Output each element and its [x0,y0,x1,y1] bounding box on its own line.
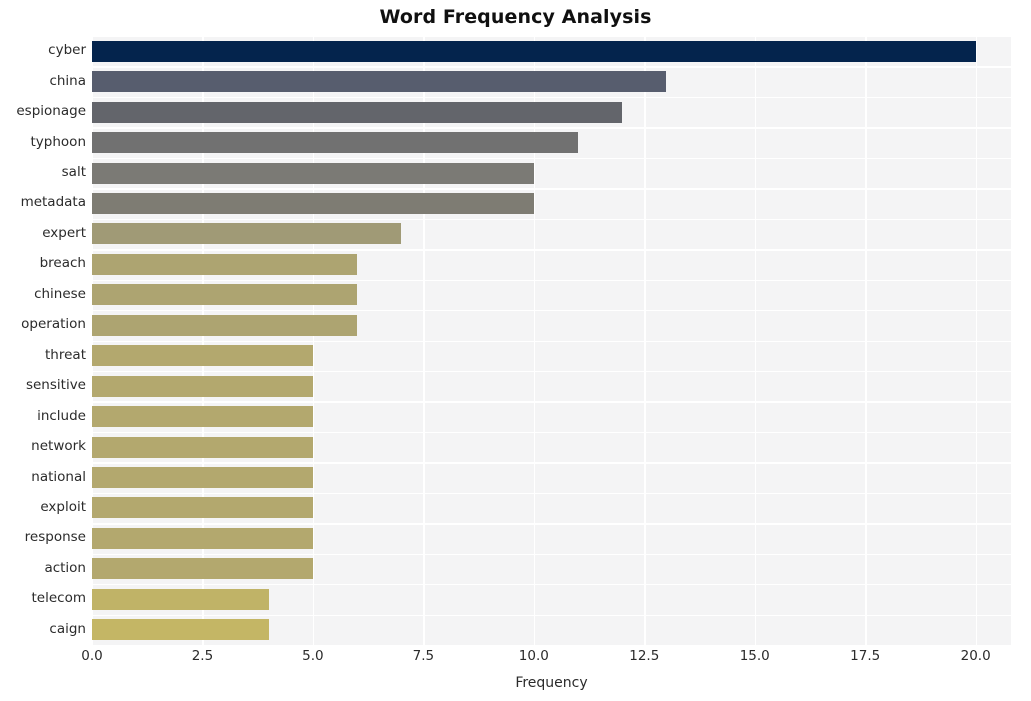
x-tick-label-2.5: 2.5 [191,648,214,664]
bar-espionage [92,101,623,123]
x-tick-label-15.0: 15.0 [739,648,770,664]
bar-action [92,558,313,580]
bar-metadata [92,192,534,214]
gridline-horizontal [92,492,1011,495]
gridline-horizontal [92,127,1011,129]
y-tick-label-chinese: chinese [34,285,86,302]
y-tick-label-national: national [31,468,86,485]
bar-include [92,406,313,428]
bar-chinese [92,284,358,306]
bar-cyber [92,40,976,62]
gridline-horizontal [92,310,1011,312]
bar-network [92,436,313,458]
x-axis-label: Frequency [515,675,588,691]
bar-telecom [92,588,269,610]
gridline-horizontal [92,553,1011,556]
x-tick-label-5.0: 5.0 [302,648,324,664]
y-tick-label-network: network [31,438,86,455]
gridline-horizontal [92,218,1011,221]
chart-figure: Word Frequency Analysis cyber china espion… [0,0,1031,701]
gridline-horizontal [92,370,1011,373]
y-tick-label-metadata: metadata [20,194,86,211]
gridline-horizontal [92,36,1011,38]
gridline-horizontal [92,279,1011,281]
x-tick-label-10.0: 10.0 [518,648,549,664]
bar-exploit [92,497,313,519]
y-tick-label-action: action [44,559,86,576]
y-tick-label-espionage: espionage [16,103,86,120]
bar-typhoon [92,132,578,154]
y-tick-label-telecom: telecom [31,590,87,607]
bar-threat [92,345,313,367]
gridline-horizontal [92,523,1011,525]
gridline-horizontal [92,584,1011,586]
x-tick-label-7.5: 7.5 [412,648,435,664]
y-tick-label-salt: salt [61,164,86,181]
y-tick-label-include: include [37,407,86,424]
x-tick-label-20.0: 20.0 [960,648,991,664]
x-tick-label-17.5: 17.5 [850,648,881,664]
bar-operation [92,314,358,336]
y-tick-label-typhoon: typhoon [30,133,86,150]
gridline-horizontal [92,431,1011,434]
y-axis-tick-labels: cyber china espionage typhoon salt metadata ex… [0,36,86,645]
gridline-horizontal [92,188,1011,190]
gridline-horizontal [92,157,1011,160]
gridline-horizontal [92,249,1011,251]
y-tick-label-breach: breach [39,255,86,272]
gridline-horizontal [92,340,1011,342]
y-tick-label-response: response [24,529,86,546]
x-tick-label-12.5: 12.5 [629,648,660,664]
bar-china [92,71,667,93]
bar-caign [92,619,269,641]
gridline-horizontal [92,614,1011,616]
x-tick-label-0.0: 0.0 [81,648,103,664]
gridline-horizontal [92,645,1011,647]
bar-sensitive [92,375,313,397]
gridline-horizontal [92,401,1011,403]
gridline-horizontal [92,66,1011,68]
y-tick-label-caign: caign [49,620,86,637]
x-axis-tick-labels: 0.0 2.5 5.0 7.5 10.0 12.5 15.0 17.5 20.0 [81,648,1011,670]
bar-salt [92,162,534,184]
y-tick-label-sensitive: sensitive [25,377,86,394]
y-tick-label-cyber: cyber [48,42,86,59]
bar-response [92,527,313,549]
y-tick-label-expert: expert [42,224,86,241]
y-tick-label-exploit: exploit [40,498,86,515]
gridline-horizontal [92,462,1011,464]
gridline-horizontal [92,96,1011,99]
y-tick-label-threat: threat [45,346,86,363]
plot-area [92,36,1011,647]
bar-expert [92,223,402,245]
chart-title: Word Frequency Analysis [379,6,652,28]
y-tick-label-operation: operation [21,316,86,333]
y-tick-label-china: china [49,72,86,89]
bar-national [92,467,313,489]
bar-breach [92,253,358,275]
